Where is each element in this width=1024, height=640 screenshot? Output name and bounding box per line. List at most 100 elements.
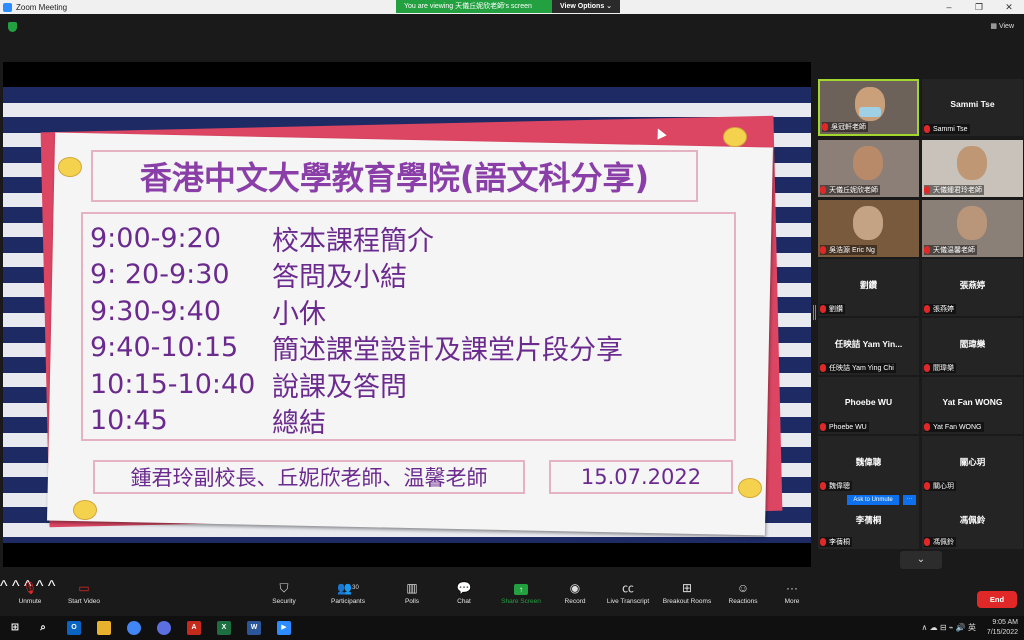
participant-name: 任映詰 Yam Ying Chi [820, 363, 896, 373]
participant-name: 劉鑽 [820, 304, 845, 314]
participant-name-text: 天儀温馨老師 [933, 247, 975, 254]
tray-icons: ∧ ☁ ⊟ ⌁ 🔊 [921, 623, 966, 632]
participant-name: 馮佩鈴 [924, 537, 956, 547]
search-icon[interactable]: ⌕ [36, 621, 50, 635]
polls-icon: ▥ [406, 581, 418, 595]
date-box: 15.07.2022 [549, 460, 733, 494]
participant-tile[interactable]: 吳浩源 Eric Ng [818, 200, 919, 257]
chrome-icon[interactable] [127, 621, 141, 635]
unmute-label: Unmute [18, 598, 42, 605]
participants-count: 30 [352, 585, 359, 591]
zoom-app-icon [3, 2, 12, 12]
start-video-label: Start Video [67, 598, 101, 605]
schedule-item: 說課及答問 [272, 371, 407, 403]
acrobat-icon[interactable]: A [187, 621, 201, 635]
participant-tile[interactable]: 天儀鍾君玲老師 [922, 140, 1023, 197]
participant-tile[interactable]: 閻瑋樂 閻瑋樂 [922, 318, 1023, 375]
participant-name: 天儀鍾君玲老師 [924, 185, 984, 195]
polls-label: Polls [404, 598, 420, 605]
encryption-shield-icon[interactable] [8, 22, 17, 32]
participant-gallery: 吳冠軒老師 Sammi Tse Sammi Tse 天儀丘妮欣老師 天儀鍾君玲老師… [818, 79, 1023, 549]
ask-to-unmute-button[interactable]: Ask to Unmute [847, 495, 899, 505]
share-screen-button[interactable]: ↑ Share Screen [491, 578, 551, 616]
schedule-row: 10:45 總結 [90, 403, 734, 440]
excel-icon[interactable]: X [217, 621, 231, 635]
participant-tile[interactable]: 任映詰 Yam Yin... 任映詰 Yam Ying Chi [818, 318, 919, 375]
participant-tile[interactable]: 天儀丘妮欣老師 [818, 140, 919, 197]
schedule-row: 9:40-10:15 簡述課堂設計及課堂片段分享 [90, 330, 734, 366]
schedule-item: 答問及小結 [272, 262, 407, 294]
schedule-item: 總結 [272, 408, 326, 440]
gallery-scroll-down-button[interactable]: ⌄ [900, 551, 942, 569]
more-icon: ··· [786, 581, 798, 595]
participant-tile[interactable]: 關心玥 關心玥 [922, 436, 1023, 493]
word-icon[interactable]: W [247, 621, 261, 635]
record-button[interactable]: ◉ Record [545, 578, 605, 616]
system-tray[interactable]: ∧ ☁ ⊟ ⌁ 🔊 英 [922, 622, 976, 633]
participant-name-text: 天儀鍾君玲老師 [933, 187, 982, 194]
participant-tile[interactable]: 吳冠軒老師 [818, 79, 919, 136]
outlook-icon[interactable]: O [67, 621, 81, 635]
window-title: Zoom Meeting [16, 2, 68, 12]
security-button[interactable]: ⛉ Security [254, 578, 314, 616]
file-explorer-icon[interactable] [97, 621, 111, 635]
mic-muted-icon [820, 186, 826, 194]
schedule-row: 9:30-9:40 小休 [90, 293, 734, 330]
slide-title-box: 香港中文大學教育學院(語文科分享) [91, 150, 698, 202]
participants-button[interactable]: 👥30 Participants [318, 578, 378, 616]
mic-muted-icon [924, 246, 930, 254]
share-screen-label: Share Screen [501, 598, 541, 605]
end-meeting-button[interactable]: End [977, 591, 1017, 608]
participant-name: Phoebe WU [820, 422, 869, 432]
breakout-rooms-icon: ⊞ [681, 581, 693, 595]
participant-tile[interactable]: Yat Fan WONG Yat Fan WONG [922, 377, 1023, 434]
participant-tile[interactable]: 劉鑽 劉鑽 [818, 259, 919, 316]
minimize-button[interactable]: – [934, 0, 964, 14]
schedule-row: 9:00-9:20 校本課程簡介 [90, 220, 734, 257]
participant-name-text: 天儀丘妮欣老師 [829, 187, 878, 194]
participant-name-text: 李蒨桐 [829, 539, 850, 546]
pin-decoration [738, 478, 762, 498]
close-button[interactable]: ✕ [994, 0, 1024, 14]
start-video-button[interactable]: ▭ Start Video [54, 578, 114, 616]
restore-button[interactable]: ❐ [964, 0, 994, 14]
participant-name-text: 吳浩源 Eric Ng [829, 247, 875, 254]
chat-button[interactable]: 💬 Chat [434, 578, 494, 616]
schedule-row: 10:15-10:40 說課及答問 [90, 366, 734, 403]
mic-muted-icon [924, 364, 930, 372]
windows-start-icon[interactable]: ⊞ [8, 621, 22, 635]
participant-name: 李蒨桐 [820, 537, 852, 547]
mic-muted-icon [820, 246, 826, 254]
input-language[interactable]: 英 [968, 623, 976, 632]
record-icon: ◉ [569, 581, 581, 595]
participant-tile[interactable]: 天儀温馨老師 [922, 200, 1023, 257]
participant-tile[interactable]: 張燕婷 張燕婷 [922, 259, 1023, 316]
participant-name-text: 劉鑽 [829, 306, 843, 313]
participant-more-button[interactable]: ··· [903, 495, 916, 505]
participant-tile[interactable]: Sammi Tse Sammi Tse [922, 79, 1023, 136]
unmute-button[interactable]: 🎙 Unmute [0, 578, 60, 616]
participant-tile[interactable]: Phoebe WU Phoebe WU [818, 377, 919, 434]
splitter-handle[interactable] [813, 305, 816, 320]
polls-button[interactable]: ▥ Polls [382, 578, 442, 616]
participant-tile[interactable]: 馮佩鈴 馮佩鈴 [922, 492, 1023, 549]
view-options-button[interactable]: View Options ⌄ [552, 0, 621, 13]
live-transcript-button[interactable]: ㏄ Live Transcript [598, 578, 658, 616]
participant-video [853, 146, 883, 180]
participant-name-text: 關心玥 [933, 483, 954, 490]
chat-app-icon[interactable] [157, 621, 171, 635]
schedule-time: 9: 20-9:30 [90, 259, 230, 291]
view-button[interactable]: ▦ View [990, 22, 1014, 30]
schedule-time: 9:40-10:15 [90, 332, 239, 364]
participant-tile[interactable]: 魏偉聰 魏偉聰 [818, 436, 919, 493]
participant-display-name: 李蒨桐 [855, 515, 882, 525]
breakout-rooms-button[interactable]: ⊞ Breakout Rooms [657, 578, 717, 616]
chat-label: Chat [457, 598, 471, 605]
mic-muted-icon [820, 482, 826, 490]
security-label: Security [272, 598, 296, 605]
more-button[interactable]: ··· More [762, 578, 822, 616]
zoom-taskbar-icon[interactable]: ▶ [277, 621, 291, 635]
mic-muted-icon [820, 364, 826, 372]
clock-date: 7/15/2022 [986, 629, 1018, 636]
clock[interactable]: 9:05 AM 7/15/2022 [987, 618, 1018, 638]
